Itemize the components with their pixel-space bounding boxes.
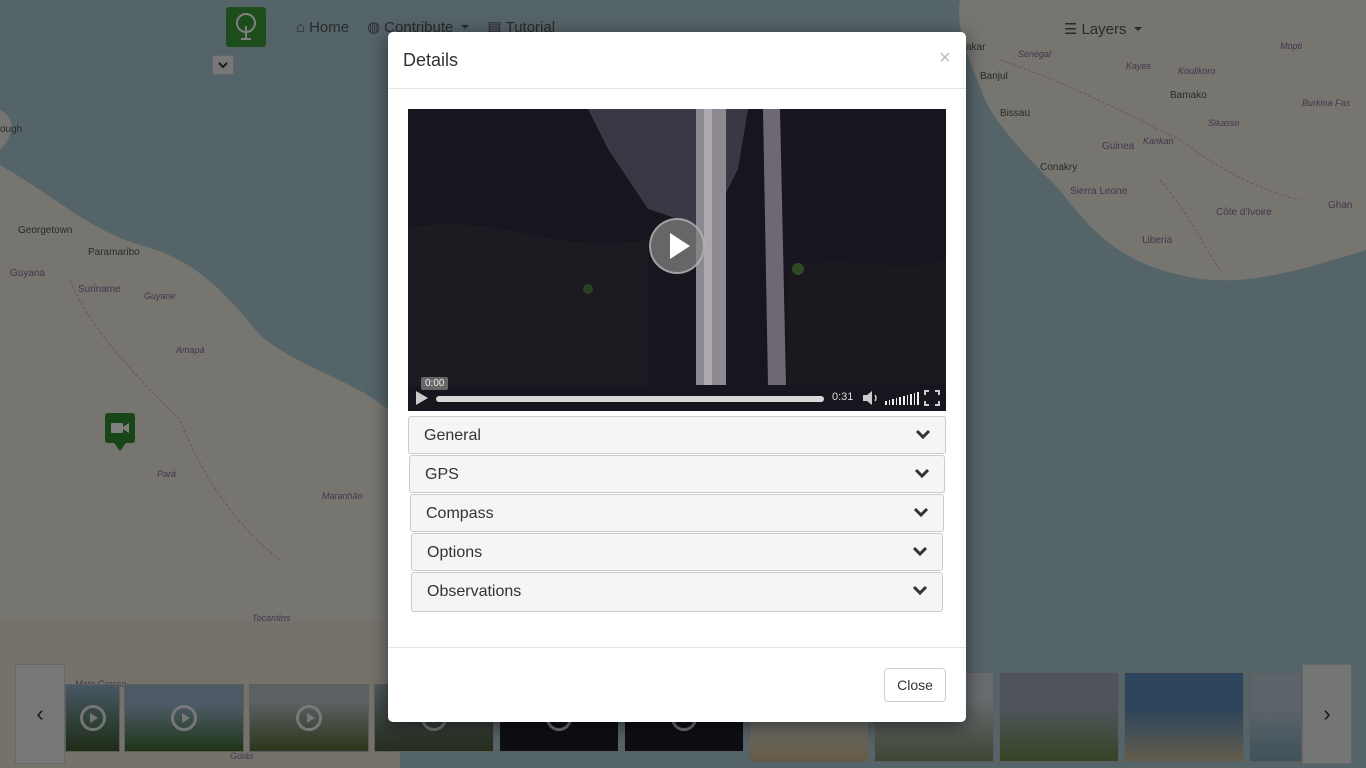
- volume-icon[interactable]: [862, 390, 880, 406]
- details-modal: Details × 0:00 0:31 General GPS Compass …: [388, 32, 966, 722]
- modal-title: Details: [403, 50, 459, 70]
- volume-slider[interactable]: [885, 391, 919, 405]
- play-icon[interactable]: [416, 391, 428, 405]
- accordion-panel-options[interactable]: Options: [411, 533, 943, 571]
- close-button[interactable]: Close: [884, 668, 946, 702]
- video-player[interactable]: 0:00 0:31: [408, 109, 946, 411]
- accordion-panel-label: Compass: [426, 505, 494, 522]
- video-duration: 0:31: [832, 391, 854, 403]
- accordion-panel-label: Observations: [427, 583, 522, 600]
- accordion-panel-label: Options: [427, 544, 483, 561]
- accordion-panel-compass[interactable]: Compass: [410, 494, 944, 532]
- accordion-panel-observations[interactable]: Observations: [411, 572, 943, 612]
- video-progress-bar[interactable]: [436, 396, 824, 402]
- accordion-panel-label: General: [424, 427, 481, 444]
- modal-footer: Close: [388, 647, 966, 722]
- fullscreen-icon[interactable]: [924, 390, 940, 406]
- chevron-down-icon: [914, 468, 930, 479]
- modal-close-x-button[interactable]: ×: [939, 48, 951, 68]
- chevron-down-icon: [912, 585, 928, 596]
- accordion-panel-label: GPS: [425, 466, 459, 483]
- details-accordion: General GPS Compass Options Observations: [408, 416, 946, 613]
- chevron-down-icon: [915, 429, 931, 440]
- modal-header: Details ×: [388, 32, 966, 89]
- big-play-button[interactable]: [649, 218, 705, 274]
- chevron-down-icon: [912, 546, 928, 557]
- chevron-down-icon: [913, 507, 929, 518]
- accordion-panel-general[interactable]: General: [408, 416, 946, 454]
- video-controls: 0:31: [408, 385, 946, 411]
- accordion-panel-gps[interactable]: GPS: [409, 455, 945, 493]
